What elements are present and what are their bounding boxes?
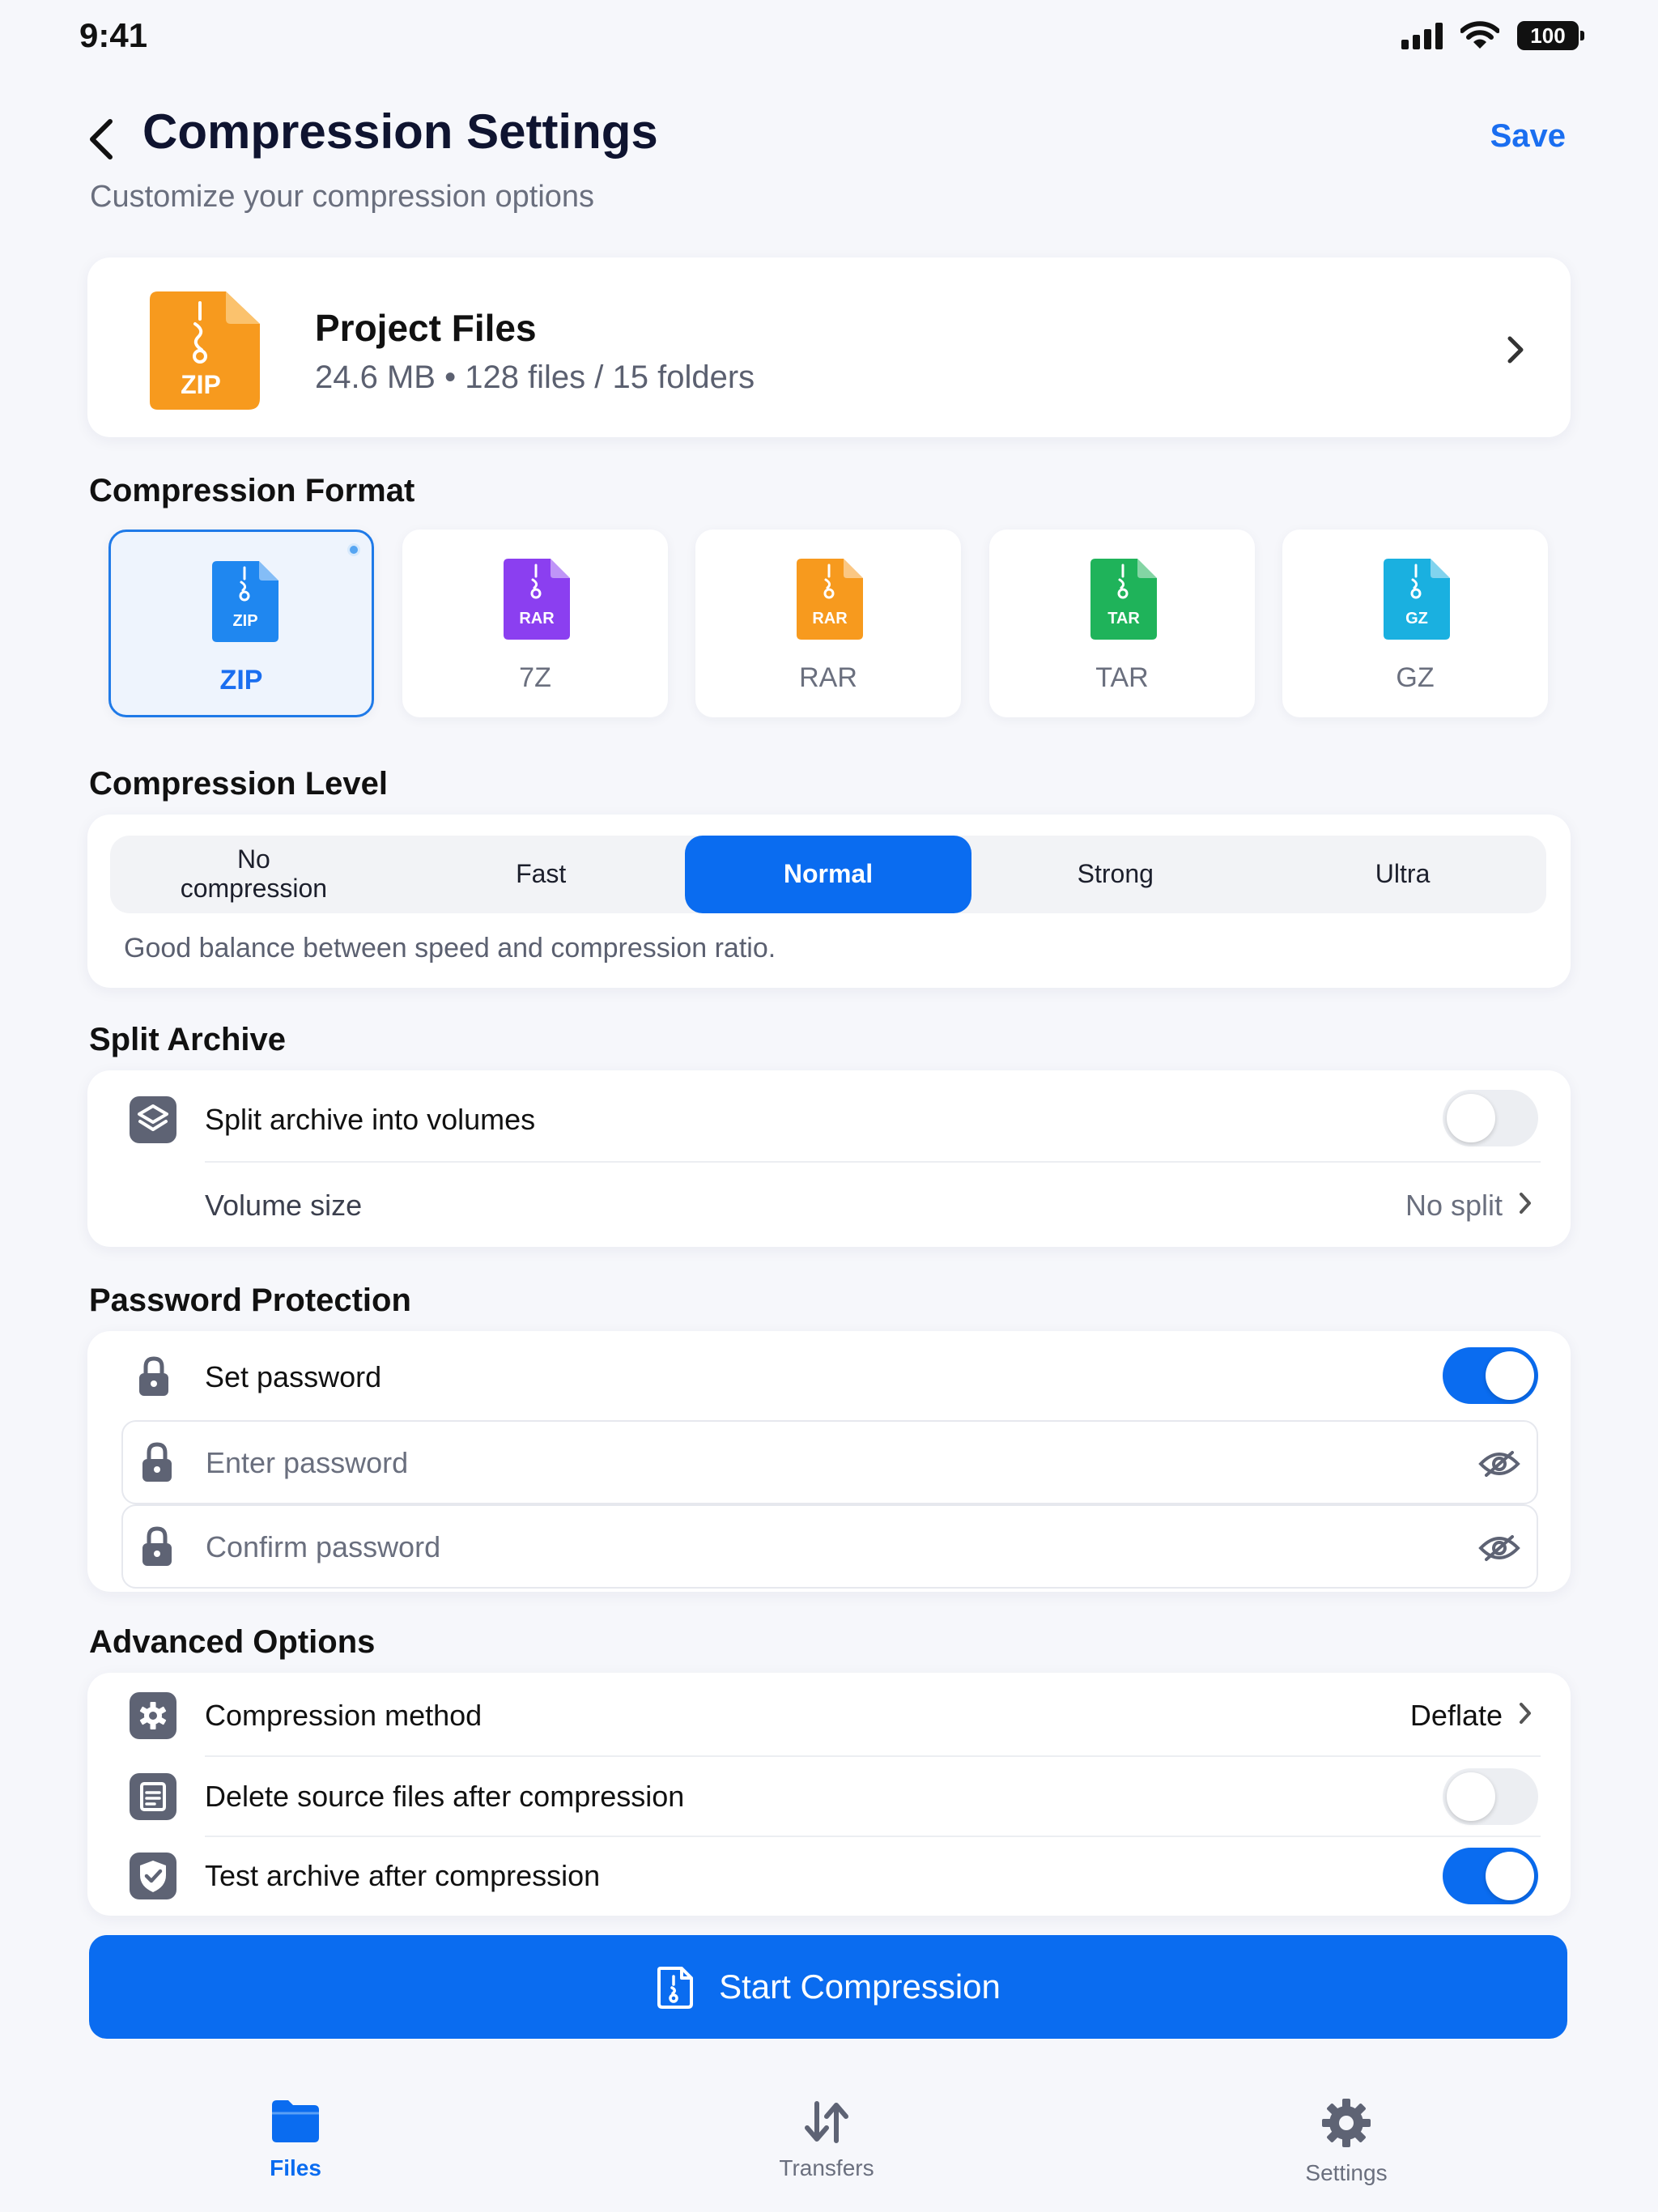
format-option-7z[interactable]: RAR 7Z	[402, 530, 668, 717]
zip-file-icon: ZIP	[150, 291, 260, 410]
delete-source-label: Delete source files after compression	[205, 1780, 685, 1813]
folder-icon	[272, 2100, 319, 2142]
svg-text:RAR: RAR	[519, 610, 555, 627]
tab-files-label: Files	[270, 2155, 321, 2180]
toggle-knob	[1486, 1852, 1534, 1900]
toggle-knob	[1447, 1094, 1495, 1142]
format-option-zip[interactable]: ZIP ZIP	[108, 530, 374, 717]
shield-check-icon	[130, 1853, 176, 1899]
toggle-knob	[1447, 1772, 1495, 1821]
document-icon	[130, 1773, 176, 1820]
project-card[interactable]	[87, 257, 1571, 437]
level-description: Good balance between speed and compressi…	[124, 933, 776, 963]
divider	[205, 1161, 1541, 1163]
tab-settings[interactable]: Settings	[1292, 2097, 1401, 2186]
gear-icon	[1322, 2099, 1371, 2147]
cellular-signal-icon	[1401, 22, 1443, 49]
format-label: ZIP	[219, 665, 263, 696]
layers-icon	[130, 1096, 176, 1143]
back-chevron-icon[interactable]	[84, 117, 120, 162]
format-option-tar[interactable]: TAR TAR	[989, 530, 1255, 717]
divider	[205, 1836, 1541, 1837]
format-label: RAR	[799, 662, 857, 693]
archive-file-icon	[657, 1967, 694, 2009]
divider	[205, 1755, 1541, 1757]
chevron-right-icon[interactable]	[1504, 334, 1527, 366]
level-section-title: Compression Level	[89, 766, 389, 802]
chevron-right-icon[interactable]	[1517, 1700, 1533, 1726]
volume-size-label: Volume size	[205, 1189, 363, 1222]
eye-hidden-icon[interactable]	[1478, 1449, 1520, 1478]
archive-file-icon: TAR	[1090, 559, 1157, 640]
project-meta: 24.6 MB • 128 files / 15 folders	[315, 359, 755, 395]
split-archive-label: Split archive into volumes	[205, 1103, 536, 1136]
format-label: 7Z	[519, 662, 551, 693]
battery-icon: 100	[1517, 21, 1584, 50]
tab-transfers[interactable]: Transfers	[766, 2100, 887, 2181]
transfer-arrows-icon	[805, 2101, 848, 2143]
status-time: 9:41	[79, 16, 148, 54]
enter-password-placeholder: Enter password	[206, 1446, 409, 1479]
compression-method-value[interactable]: Deflate	[1410, 1699, 1503, 1733]
split-archive-toggle[interactable]	[1443, 1090, 1538, 1146]
password-section-title: Password Protection	[89, 1283, 411, 1318]
tab-files[interactable]: Files	[243, 2097, 348, 2181]
tab-transfers-label: Transfers	[779, 2155, 874, 2180]
set-password-toggle[interactable]	[1443, 1347, 1538, 1404]
gear-icon	[130, 1692, 176, 1739]
level-option-strong[interactable]: Strong	[971, 836, 1259, 913]
start-compression-label: Start Compression	[719, 1967, 1001, 2006]
level-option-ultra[interactable]: Ultra	[1259, 836, 1546, 913]
enter-password-field[interactable]: Enter password	[121, 1420, 1538, 1504]
page-subtitle: Customize your compression options	[90, 180, 595, 214]
lock-icon	[142, 1442, 172, 1482]
project-name: Project Files	[315, 307, 537, 349]
status-indicators: 100	[1401, 21, 1584, 50]
compression-level-selector: No compression Fast Normal Strong Ultra	[110, 836, 1546, 913]
archive-file-icon: RAR	[797, 559, 863, 640]
confirm-password-placeholder: Confirm password	[206, 1530, 441, 1563]
tab-settings-label: Settings	[1305, 2160, 1388, 2185]
confirm-password-field[interactable]: Confirm password	[121, 1504, 1538, 1589]
zip-file-icon-text: ZIP	[181, 370, 221, 399]
level-option-no-compression[interactable]: No compression	[110, 836, 397, 913]
page-title: Compression Settings	[142, 104, 658, 159]
toggle-knob	[1486, 1351, 1534, 1400]
format-section-title: Compression Format	[89, 473, 415, 508]
eye-hidden-icon[interactable]	[1478, 1534, 1520, 1563]
lock-icon	[142, 1526, 172, 1566]
svg-text:RAR: RAR	[812, 610, 848, 627]
chevron-right-icon[interactable]	[1517, 1190, 1533, 1216]
split-section-title: Split Archive	[89, 1022, 287, 1057]
archive-file-icon: GZ	[1384, 559, 1450, 640]
start-compression-button[interactable]: Start Compression	[89, 1935, 1567, 2039]
svg-text:GZ: GZ	[1405, 610, 1428, 627]
set-password-label: Set password	[205, 1360, 382, 1393]
test-archive-label: Test archive after compression	[205, 1859, 601, 1892]
format-label: TAR	[1095, 662, 1149, 693]
test-archive-toggle[interactable]	[1443, 1848, 1538, 1904]
selected-indicator	[347, 543, 360, 556]
format-option-rar[interactable]: RAR RAR	[695, 530, 961, 717]
battery-level: 100	[1530, 23, 1566, 48]
format-option-gz[interactable]: GZ GZ	[1282, 530, 1548, 717]
svg-text:TAR: TAR	[1107, 610, 1140, 627]
compression-method-label: Compression method	[205, 1699, 483, 1732]
format-label: GZ	[1396, 662, 1435, 693]
level-option-normal[interactable]: Normal	[684, 836, 972, 913]
save-button[interactable]: Save	[1490, 118, 1566, 155]
level-option-fast[interactable]: Fast	[397, 836, 685, 913]
archive-file-icon: RAR	[504, 559, 570, 640]
lock-icon	[139, 1356, 168, 1396]
svg-text:ZIP: ZIP	[232, 612, 257, 630]
delete-source-toggle[interactable]	[1443, 1768, 1538, 1825]
archive-file-icon: ZIP	[212, 561, 278, 642]
advanced-section-title: Advanced Options	[89, 1624, 376, 1660]
wifi-icon	[1460, 21, 1499, 49]
volume-size-value[interactable]: No split	[1405, 1189, 1503, 1223]
